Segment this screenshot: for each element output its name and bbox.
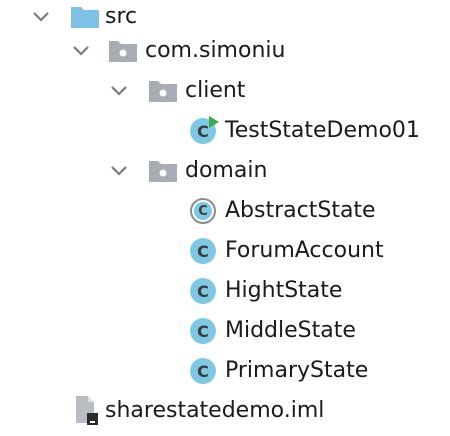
chevron-down-icon[interactable] <box>70 40 92 62</box>
class-c-glyph: C <box>190 238 216 264</box>
tree-item-label: PrimaryState <box>225 358 369 383</box>
tree-row-class-teststatedemo01[interactable]: C TestStateDemo01 <box>0 114 450 148</box>
tree-row-package-domain[interactable]: domain <box>0 154 450 188</box>
class-c-glyph: C <box>194 202 212 220</box>
chevron-down-icon[interactable] <box>108 160 130 182</box>
tree-item-label: client <box>185 78 246 103</box>
tree-item-label: ForumAccount <box>225 238 384 263</box>
tree-row-class-primarystate[interactable]: C PrimaryState <box>0 354 450 388</box>
tree-row-src[interactable]: src <box>0 0 450 34</box>
tree-row-class-hightstate[interactable]: C HightState <box>0 274 450 308</box>
package-icon <box>108 36 138 66</box>
tree-row-package-client[interactable]: client <box>0 74 450 108</box>
tree-item-label: domain <box>185 158 268 183</box>
run-marker-icon <box>209 116 219 128</box>
class-icon: C <box>188 356 218 386</box>
tree-item-label: AbstractState <box>225 198 376 223</box>
runnable-class-icon: C <box>188 116 219 146</box>
tree-row-class-forumaccount[interactable]: C ForumAccount <box>0 234 450 268</box>
folder-icon <box>70 2 100 32</box>
class-icon: C <box>188 316 218 346</box>
tree-row-class-abstractstate[interactable]: C AbstractState <box>0 194 450 228</box>
class-icon: C <box>188 236 218 266</box>
tree-row-package-com-simoniu[interactable]: com.simoniu <box>0 34 450 68</box>
tree-item-label: com.simoniu <box>145 38 286 63</box>
package-icon <box>148 76 178 106</box>
tree-row-class-middlestate[interactable]: C MiddleState <box>0 314 450 348</box>
class-c-glyph: C <box>190 358 216 384</box>
abstract-class-icon: C <box>188 196 218 226</box>
chevron-down-icon[interactable] <box>30 6 52 28</box>
tree-item-label: MiddleState <box>225 318 356 343</box>
tree-item-label: TestStateDemo01 <box>225 118 420 143</box>
tree-item-label: sharestatedemo.iml <box>105 398 325 423</box>
chevron-down-icon[interactable] <box>108 80 130 102</box>
class-icon: C <box>188 276 218 306</box>
tree-item-label: src <box>105 4 138 29</box>
class-c-glyph: C <box>190 278 216 304</box>
module-file-icon <box>70 396 100 426</box>
tree-row-module-file[interactable]: sharestatedemo.iml <box>0 394 450 428</box>
package-icon <box>148 156 178 186</box>
tree-item-label: HightState <box>225 278 343 303</box>
class-c-glyph: C <box>190 318 216 344</box>
